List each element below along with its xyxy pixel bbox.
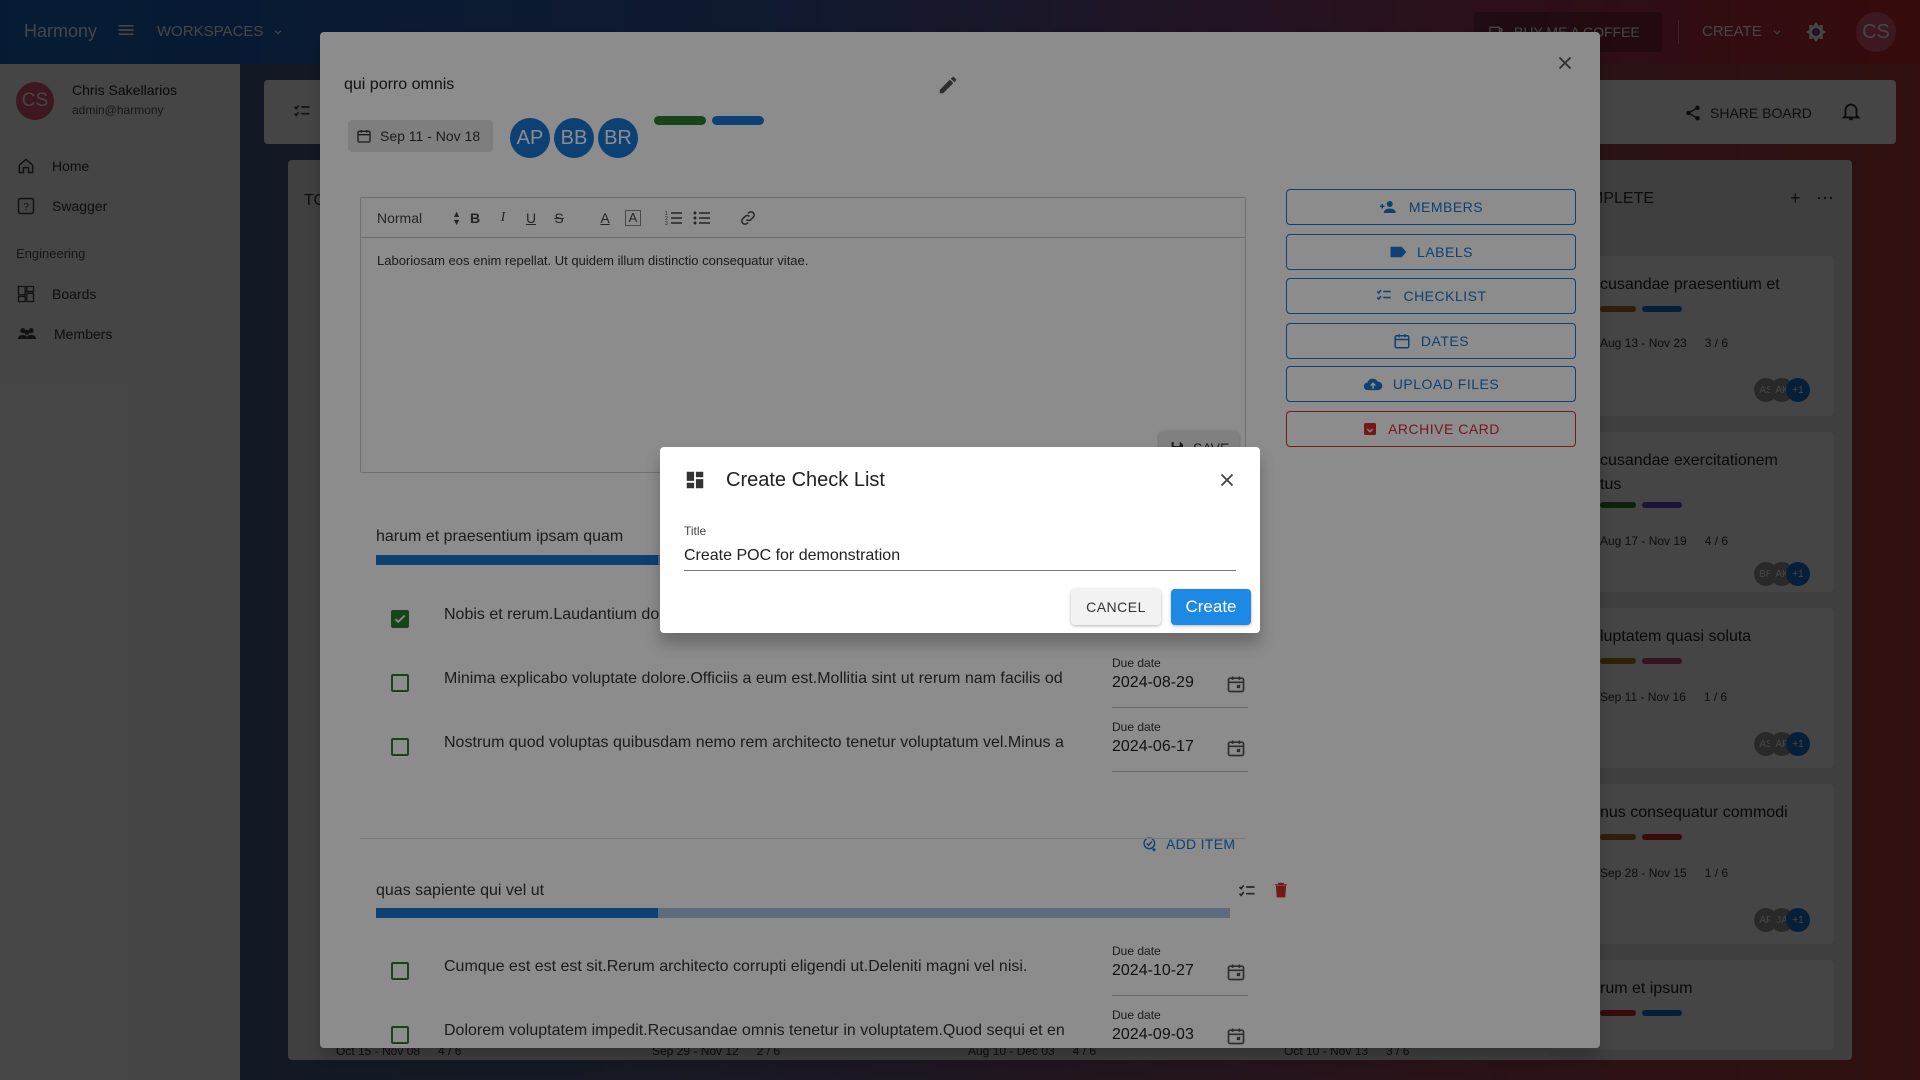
dashboard-icon (684, 469, 706, 491)
cancel-button[interactable]: CANCEL (1071, 589, 1161, 625)
title-field-label: Title (684, 524, 707, 538)
close-icon[interactable] (1216, 469, 1238, 491)
create-button[interactable]: Create (1171, 589, 1251, 625)
create-checklist-dialog: Create Check List Title CANCEL Create (660, 447, 1260, 633)
dialog-title: Create Check List (726, 469, 885, 491)
title-input[interactable] (684, 541, 1236, 571)
